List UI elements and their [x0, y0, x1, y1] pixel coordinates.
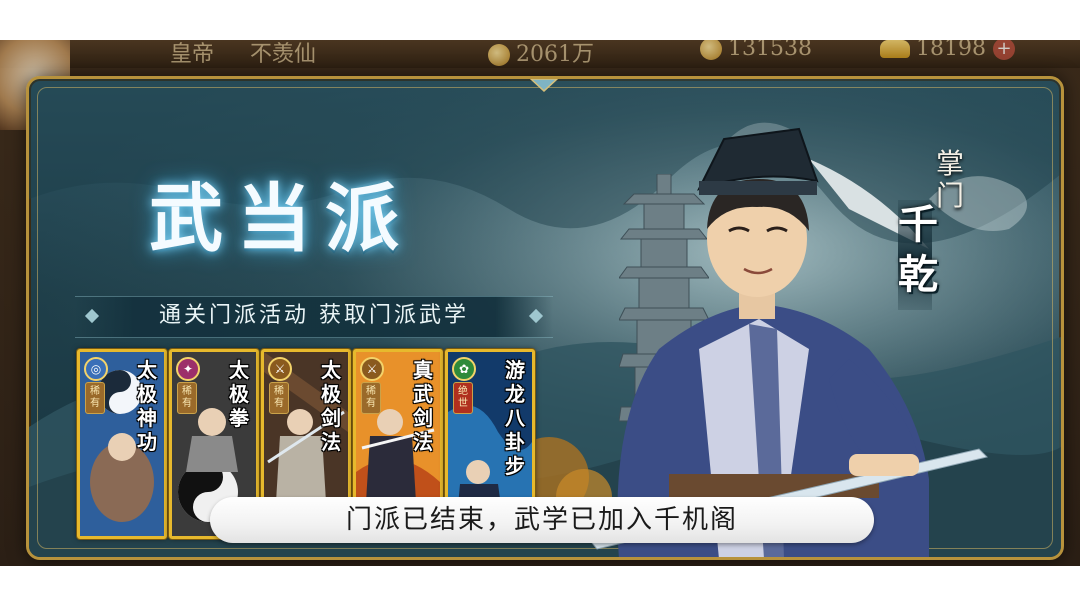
rarity-badge: 绝世 [453, 382, 473, 414]
master-name: 千乾 [898, 201, 938, 298]
resource-bar: 皇帝 不羡仙 2061万 131538 18198 + [0, 40, 1080, 130]
add-gold-icon[interactable]: + [993, 40, 1015, 60]
fist-element-icon: ✦ [176, 357, 200, 381]
currency-silver: 131538 [700, 40, 812, 61]
gold-ingot-icon [880, 40, 910, 58]
sect-event-popup: 武当派 通关门派活动 获取门派武学 ◎ 稀有 太极神功 ✦ 稀有 太极拳 ⚔ 稀… [26, 76, 1064, 560]
top-notch-ornament [529, 79, 559, 93]
water-element-icon: ◎ [84, 357, 108, 381]
skill-card[interactable]: ◎ 稀有 太极神功 [77, 349, 167, 539]
skill-name: 太极拳 [229, 358, 249, 430]
skill-name: 真武剑法 [413, 358, 433, 454]
silver-coin-icon [700, 40, 722, 60]
status-text: 门派已结束，武学已加入千机阁 [345, 505, 738, 535]
player-title: 不羡仙 [250, 42, 317, 67]
currency-copper: 2061万 [488, 40, 594, 68]
sword-element-icon: ⚔ [360, 357, 384, 381]
currency-gold: 18198 + [880, 40, 1015, 61]
skill-name: 游龙八卦步 [505, 358, 525, 478]
rarity-badge: 稀有 [85, 382, 105, 414]
rarity-badge: 稀有 [269, 382, 289, 414]
wind-element-icon: ✿ [452, 357, 476, 381]
master-label: 掌门 [935, 147, 964, 212]
game-viewport: 皇帝 不羡仙 2061万 131538 18198 + 武当派 通关门派活动 获… [0, 40, 1080, 566]
skill-name: 太极剑法 [321, 358, 341, 454]
rank-text: 皇帝 [170, 42, 215, 67]
sect-title: 武当派 [149, 176, 413, 262]
sect-subtitle: 通关门派活动 获取门派武学 [159, 303, 469, 328]
sword-element-icon: ⚔ [268, 357, 292, 381]
skill-name: 太极神功 [137, 358, 157, 454]
copper-coin-icon [488, 44, 510, 66]
rarity-badge: 稀有 [177, 382, 197, 414]
rarity-badge: 稀有 [361, 382, 381, 414]
